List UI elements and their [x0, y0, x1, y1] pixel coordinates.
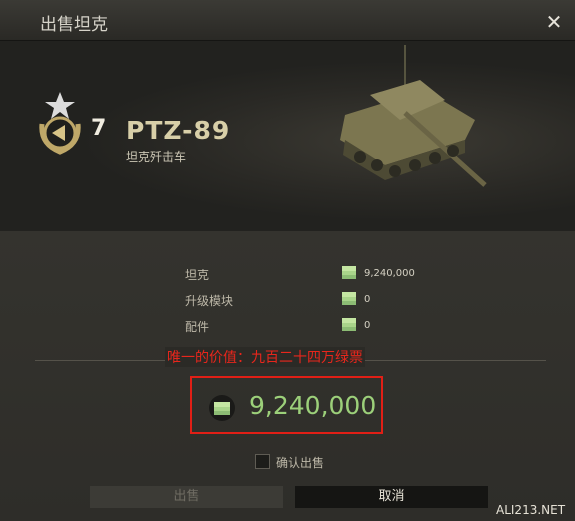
confirm-sale-label: 确认出售	[276, 456, 325, 470]
credits-icon	[342, 266, 356, 279]
close-icon[interactable]: ✕	[544, 12, 564, 32]
tank-image	[340, 45, 487, 187]
tank-name: PTZ-89	[126, 116, 231, 145]
breakdown-value-equipment: 0	[364, 320, 371, 331]
confirm-sale-checkbox[interactable]	[255, 454, 270, 469]
credits-icon	[342, 318, 356, 331]
dialog-title: 出售坦克	[40, 15, 108, 35]
credits-icon	[209, 395, 235, 421]
watermark: ALI213.NET	[496, 503, 566, 517]
credits-icon	[342, 292, 356, 305]
breakdown-label-tank: 坦克	[185, 268, 210, 282]
tank-destroyer-tier-badge-icon	[39, 92, 81, 155]
breakdown-label-equipment: 配件	[185, 320, 210, 334]
tank-type: 坦克歼击车	[126, 150, 187, 164]
breakdown-value-modules: 0	[364, 294, 371, 305]
sell-button[interactable]: 出售	[90, 486, 283, 508]
total-price: 9,240,000	[249, 391, 377, 420]
sell-tank-dialog: 出售坦克 ✕ 7 PTZ-89 坦克歼击车 坦克 9,240,000 升级模块 …	[0, 0, 575, 521]
cancel-button[interactable]: 取消	[295, 486, 488, 508]
tank-tier: 7	[91, 116, 107, 141]
price-annotation: 唯一的价值：九百二十四万绿票	[165, 347, 365, 367]
breakdown-value-tank: 9,240,000	[364, 268, 415, 279]
breakdown-label-modules: 升级模块	[185, 294, 234, 308]
title-bar: 出售坦克 ✕	[0, 0, 575, 41]
